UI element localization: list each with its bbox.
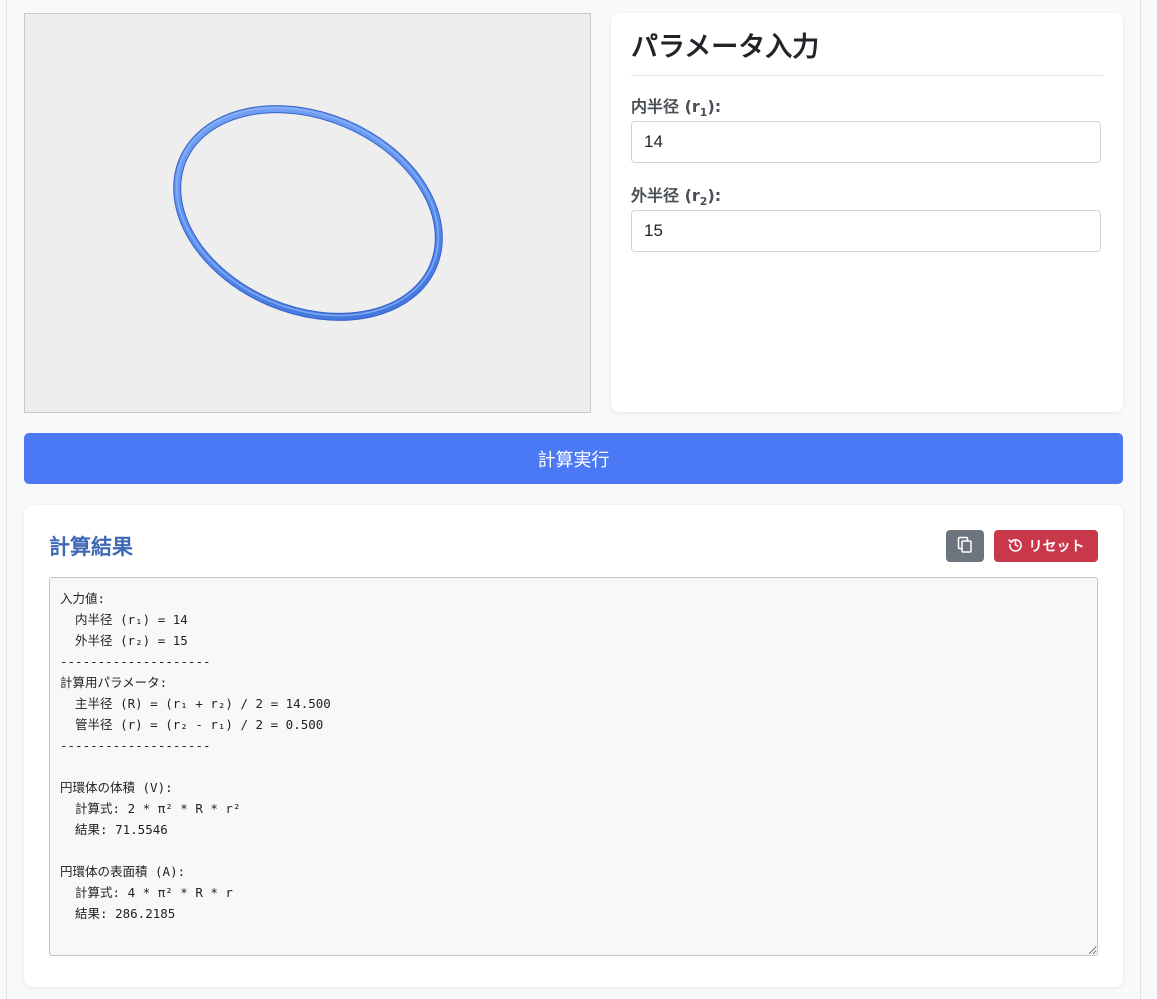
- page-right-border: [1140, 0, 1141, 999]
- page-left-border: [6, 0, 7, 999]
- parameter-panel: パラメータ入力 内半径 (r1): 外半径 (r2):: [611, 13, 1123, 412]
- copy-icon: [957, 536, 973, 557]
- torus-ring: [173, 105, 443, 321]
- outer-radius-label-text: 外半径 (r: [631, 186, 700, 205]
- outer-radius-label: 外半径 (r2):: [631, 182, 721, 208]
- outer-radius-input[interactable]: [631, 210, 1101, 252]
- torus-canvas[interactable]: [25, 14, 590, 412]
- outer-radius-label-suffix: ):: [707, 186, 722, 205]
- results-title: 計算結果: [49, 535, 133, 559]
- torus-3d-viewer[interactable]: [24, 13, 591, 413]
- results-textarea[interactable]: 入力値: 内半径 (r₁) = 14 外半径 (r₂) = 15 -------…: [49, 577, 1098, 956]
- history-icon: [1007, 537, 1023, 556]
- copy-button[interactable]: [946, 530, 984, 562]
- inner-radius-label: 内半径 (r1):: [631, 93, 721, 119]
- reset-button-label: リセット: [1028, 539, 1085, 555]
- inner-radius-input[interactable]: [631, 121, 1101, 163]
- calculate-button[interactable]: 計算実行: [24, 433, 1123, 484]
- parameter-panel-title: パラメータ入力: [631, 29, 1103, 76]
- results-panel: 計算結果 リセット 入力値: 内半径 (r₁) = 14 外半径 (r₂) = …: [24, 505, 1123, 987]
- inner-radius-label-text: 内半径 (r: [631, 97, 700, 116]
- inner-radius-label-suffix: ):: [707, 97, 722, 116]
- reset-button[interactable]: リセット: [994, 530, 1098, 562]
